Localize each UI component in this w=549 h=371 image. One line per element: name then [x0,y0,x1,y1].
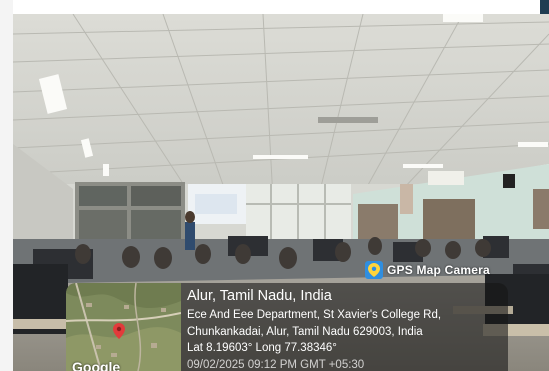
photo-border-left [0,0,13,371]
geotag-overlay: Google Alur, Tamil Nadu, India Ece And E… [66,283,508,371]
app-name-label: GPS Map Camera [387,263,490,277]
location-title: Alur, Tamil Nadu, India [187,288,332,304]
address-line-2: Chunkankadai, Alur, Tamil Nadu 629003, I… [187,325,423,338]
corner-tab [540,0,549,14]
address-line-1: Ece And Eee Department, St Xavier's Coll… [187,309,442,321]
map-thumbnail: Google [66,283,181,371]
location-pin-icon [113,323,125,339]
gps-map-camera-app-icon [365,261,383,279]
gps-map-camera-badge: GPS Map Camera [364,260,494,280]
datetime: 09/02/2025 09:12 PM GMT +05:30 [187,358,365,371]
coordinates: Lat 8.19603° Long 77.38346° [187,342,337,354]
google-logo: Google [72,359,121,371]
photo-frame: GPS Map Camera Google Alur, Tamil Nadu, … [0,0,549,371]
location-info: Alur, Tamil Nadu, India Ece And Eee Depa… [187,287,502,371]
